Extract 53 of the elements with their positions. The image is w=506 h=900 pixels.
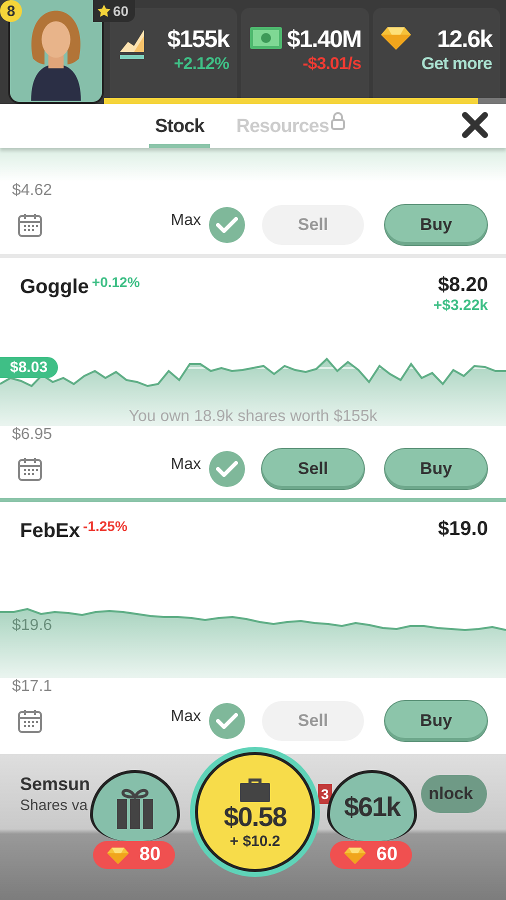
price-tag: $8.03 <box>0 357 58 378</box>
check-icon <box>216 460 238 478</box>
stock-change: -1.25% <box>83 518 128 534</box>
max-checkbox[interactable] <box>209 703 245 739</box>
low-label: $4.62 <box>11 182 54 201</box>
gem-price-button[interactable]: 80 <box>93 841 175 869</box>
stock-name: Semsun <box>20 774 90 795</box>
calendar-icon[interactable] <box>17 456 43 482</box>
stock-price: $8.20 <box>438 274 488 297</box>
calendar-icon[interactable] <box>17 708 43 734</box>
close-icon <box>462 112 488 138</box>
low-label: $17.1 <box>11 678 54 697</box>
check-icon <box>216 712 238 730</box>
sell-button[interactable]: Sell <box>262 449 364 489</box>
cash-icon <box>248 26 283 50</box>
lock-icon <box>330 112 345 130</box>
max-checkbox[interactable] <box>209 207 245 243</box>
avatar[interactable] <box>8 0 104 104</box>
max-checkbox[interactable] <box>209 451 245 487</box>
stat-change: +2.12% <box>174 54 229 74</box>
briefcase-icon <box>240 778 270 802</box>
count-badge: 3 <box>318 784 332 804</box>
high-label: $19.6 <box>12 617 52 635</box>
calendar-icon[interactable] <box>17 212 43 238</box>
gem-icon <box>381 26 412 50</box>
stock-name: Goggle <box>20 276 89 299</box>
check-icon <box>216 216 238 234</box>
buy-button[interactable]: Buy <box>385 449 487 489</box>
stock-subtitle: Shares va <box>20 797 88 814</box>
star-count: 60 <box>113 3 129 19</box>
unlock-button[interactable]: nlock <box>421 775 487 813</box>
max-label: Max <box>170 456 201 474</box>
low-label: $6.95 <box>11 426 54 445</box>
star-icon <box>97 4 111 18</box>
buy-button[interactable]: Buy <box>385 701 487 741</box>
gem-icon <box>107 846 130 864</box>
gem-price-button[interactable]: 60 <box>330 841 412 869</box>
get-more-link[interactable]: Get more <box>421 54 492 74</box>
stat-value: $155k <box>167 26 229 54</box>
ownership-text: You own 18.9k shares worth $155k <box>128 408 378 426</box>
level-badge: 8 <box>0 0 22 22</box>
close-button[interactable] <box>462 112 488 140</box>
stock-name: FebEx <box>20 520 80 543</box>
gem-icon <box>344 846 366 864</box>
stat-value: 12.6k <box>436 26 492 54</box>
stock-price: $19.0 <box>438 518 488 541</box>
stock-gain: +$3.22k <box>433 297 488 314</box>
stock-change: +0.12% <box>92 274 140 290</box>
stat-value: $1.40M <box>286 26 362 54</box>
max-label: Max <box>170 212 201 230</box>
stat-change: -$3.01/s <box>302 54 362 74</box>
buy-button[interactable]: Buy <box>385 205 487 245</box>
max-label: Max <box>170 708 201 726</box>
